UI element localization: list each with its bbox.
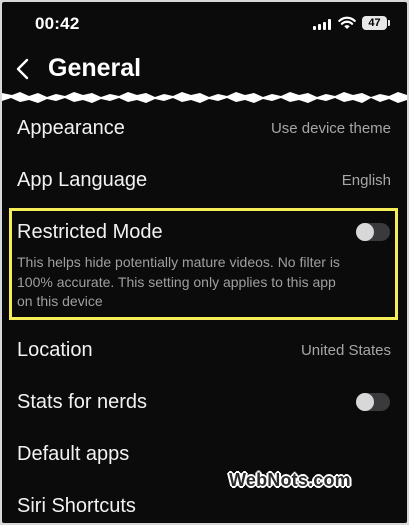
stats-for-nerds-label: Stats for nerds (17, 391, 148, 413)
restricted-mode-description: This helps hide potentially mature video… (17, 254, 340, 309)
appearance-label: Appearance (17, 117, 125, 139)
app-language-value: English (341, 172, 391, 189)
page-title: General (48, 54, 142, 82)
appearance-value: Use device theme (270, 120, 391, 137)
location-row[interactable]: Location United States (2, 324, 407, 376)
toggle-knob (356, 223, 374, 241)
appearance-row[interactable]: Appearance Use device theme (2, 102, 407, 154)
default-apps-label: Default apps (17, 443, 130, 465)
stats-for-nerds-row: Stats for nerds (2, 376, 407, 428)
stats-for-nerds-toggle[interactable] (356, 393, 390, 411)
cellular-signal-icon (313, 19, 331, 30)
restricted-mode-label: Restricted Mode (17, 221, 163, 243)
watermark-logo: WebNots.com (229, 470, 351, 490)
battery-icon: 47 (362, 16, 390, 30)
location-label: Location (17, 339, 93, 361)
siri-shortcuts-label: Siri Shortcuts (17, 495, 136, 517)
restricted-mode-toggle[interactable] (356, 223, 390, 241)
app-screen: 00:42 47 General Appearance Use device t… (2, 2, 407, 523)
back-chevron-icon[interactable] (14, 58, 32, 80)
status-time: 00:42 (35, 14, 80, 33)
app-language-label: App Language (17, 169, 148, 191)
toggle-knob (356, 393, 374, 411)
wifi-icon (338, 16, 356, 29)
status-bar: 00:42 47 (2, 2, 407, 46)
location-value: United States (300, 342, 391, 359)
app-language-row[interactable]: App Language English (2, 154, 407, 206)
